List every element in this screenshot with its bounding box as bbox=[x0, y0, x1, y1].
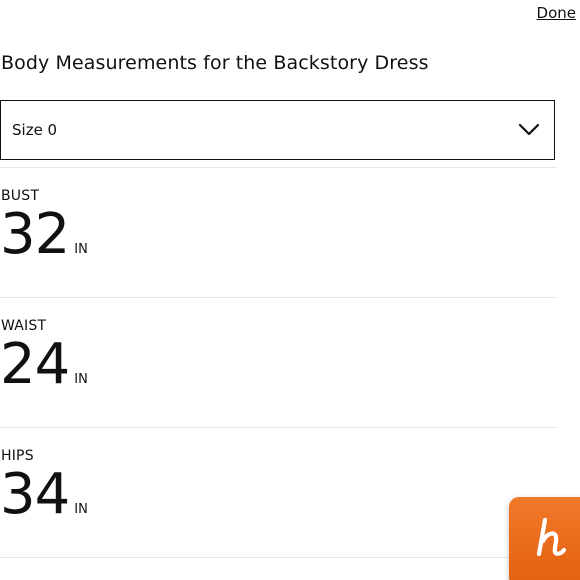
divider bbox=[0, 557, 557, 558]
measurement-label: BUST bbox=[1, 188, 40, 204]
done-link[interactable]: Done bbox=[537, 4, 576, 22]
measurement-unit: IN bbox=[74, 372, 88, 387]
size-select[interactable]: Size 0 bbox=[0, 100, 555, 160]
measurement-waist: WAIST 24 IN bbox=[0, 318, 557, 396]
chevron-down-icon bbox=[518, 123, 540, 136]
measurement-value: 24 bbox=[0, 332, 70, 397]
honey-h-icon bbox=[536, 517, 567, 557]
measurement-unit: IN bbox=[74, 242, 88, 257]
measurement-label: WAIST bbox=[1, 318, 47, 334]
measurement-hips: HIPS 34 IN bbox=[0, 448, 557, 526]
honey-extension-button[interactable] bbox=[509, 497, 580, 580]
measurement-value: 34 bbox=[0, 462, 70, 527]
measurement-value: 32 bbox=[0, 202, 70, 267]
measurement-bust: BUST 32 IN bbox=[0, 188, 557, 266]
size-select-value: Size 0 bbox=[12, 121, 58, 139]
divider bbox=[0, 167, 557, 168]
divider bbox=[0, 427, 557, 428]
page-title: Body Measurements for the Backstory Dres… bbox=[1, 52, 429, 74]
measurement-unit: IN bbox=[74, 502, 88, 517]
divider bbox=[0, 297, 557, 298]
measurements-page: Done Body Measurements for the Backstory… bbox=[0, 0, 580, 580]
measurement-label: HIPS bbox=[1, 448, 34, 464]
